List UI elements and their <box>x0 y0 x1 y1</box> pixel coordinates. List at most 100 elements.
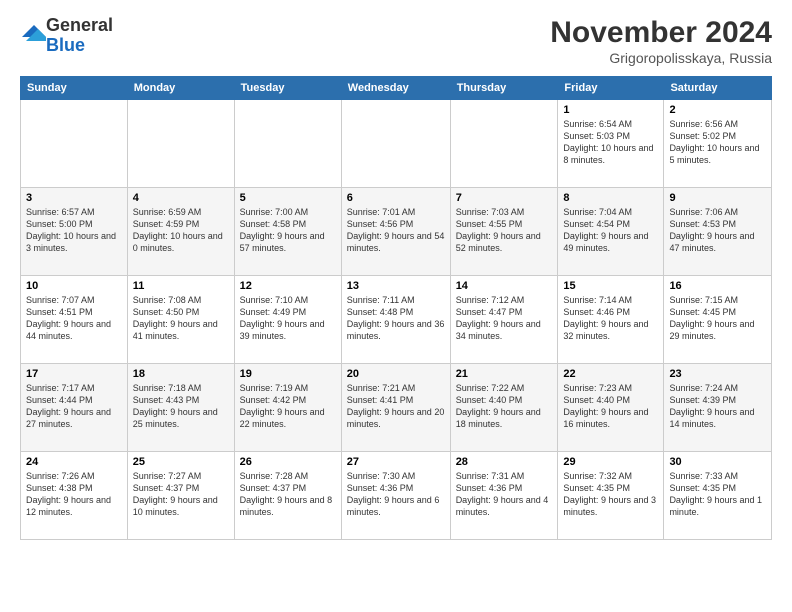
logo-icon <box>22 21 46 45</box>
col-header-monday: Monday <box>127 77 234 100</box>
day-info: Sunrise: 7:30 AM Sunset: 4:36 PM Dayligh… <box>347 470 445 519</box>
day-number: 14 <box>456 280 553 292</box>
day-info: Sunrise: 7:24 AM Sunset: 4:39 PM Dayligh… <box>669 382 766 431</box>
day-cell: 5Sunrise: 7:00 AM Sunset: 4:58 PM Daylig… <box>234 188 341 276</box>
day-number: 30 <box>669 456 766 468</box>
day-info: Sunrise: 7:01 AM Sunset: 4:56 PM Dayligh… <box>347 206 445 255</box>
header: General Blue November 2024 Grigoropoliss… <box>20 16 772 66</box>
col-header-saturday: Saturday <box>664 77 772 100</box>
day-info: Sunrise: 7:26 AM Sunset: 4:38 PM Dayligh… <box>26 470 122 519</box>
day-info: Sunrise: 6:59 AM Sunset: 4:59 PM Dayligh… <box>133 206 229 255</box>
day-number: 12 <box>240 280 336 292</box>
logo-text: General Blue <box>46 16 113 56</box>
day-cell: 11 Sunrise: 7:08 AM Sunset: 4:50 PM Dayli… <box>127 276 234 364</box>
day-cell: 8Sunrise: 7:04 AM Sunset: 4:54 PM Daylig… <box>558 188 664 276</box>
day-cell: 6 Sunrise: 7:01 AM Sunset: 4:56 PM Daylig… <box>341 188 450 276</box>
day-cell: 28 Sunrise: 7:31 AM Sunset: 4:36 PM Dayli… <box>450 452 558 540</box>
day-number: 20 <box>347 368 445 380</box>
calendar-header-row: SundayMondayTuesdayWednesdayThursdayFrid… <box>21 77 772 100</box>
day-cell: 18Sunrise: 7:18 AM Sunset: 4:43 PM Dayli… <box>127 364 234 452</box>
day-info: Sunrise: 7:12 AM Sunset: 4:47 PM Dayligh… <box>456 294 553 343</box>
day-info: Sunrise: 7:07 AM Sunset: 4:51 PM Dayligh… <box>26 294 122 343</box>
day-number: 27 <box>347 456 445 468</box>
day-number: 18 <box>133 368 229 380</box>
week-row-2: 10 Sunrise: 7:07 AM Sunset: 4:51 PM Dayli… <box>21 276 772 364</box>
day-number: 9 <box>669 192 766 204</box>
day-number: 1 <box>563 104 658 116</box>
week-row-1: 3 Sunrise: 6:57 AM Sunset: 5:00 PM Daylig… <box>21 188 772 276</box>
day-cell: 22 Sunrise: 7:23 AM Sunset: 4:40 PM Dayli… <box>558 364 664 452</box>
day-cell: 12Sunrise: 7:10 AM Sunset: 4:49 PM Dayli… <box>234 276 341 364</box>
col-header-thursday: Thursday <box>450 77 558 100</box>
day-cell: 21 Sunrise: 7:22 AM Sunset: 4:40 PM Dayli… <box>450 364 558 452</box>
day-number: 24 <box>26 456 122 468</box>
day-cell: 3 Sunrise: 6:57 AM Sunset: 5:00 PM Daylig… <box>21 188 128 276</box>
day-info: Sunrise: 7:22 AM Sunset: 4:40 PM Dayligh… <box>456 382 553 431</box>
day-info: Sunrise: 7:33 AM Sunset: 4:35 PM Dayligh… <box>669 470 766 519</box>
day-info: Sunrise: 7:08 AM Sunset: 4:50 PM Dayligh… <box>133 294 229 343</box>
day-cell: 20 Sunrise: 7:21 AM Sunset: 4:41 PM Dayli… <box>341 364 450 452</box>
col-header-tuesday: Tuesday <box>234 77 341 100</box>
day-number: 28 <box>456 456 553 468</box>
day-cell: 29Sunrise: 7:32 AM Sunset: 4:35 PM Dayli… <box>558 452 664 540</box>
day-cell: 1 Sunrise: 6:54 AM Sunset: 5:03 PM Daylig… <box>558 100 664 188</box>
day-number: 17 <box>26 368 122 380</box>
col-header-wednesday: Wednesday <box>341 77 450 100</box>
day-cell <box>341 100 450 188</box>
day-cell: 23 Sunrise: 7:24 AM Sunset: 4:39 PM Dayli… <box>664 364 772 452</box>
day-cell: 15 Sunrise: 7:14 AM Sunset: 4:46 PM Dayli… <box>558 276 664 364</box>
month-title: November 2024 <box>550 16 772 50</box>
day-info: Sunrise: 6:57 AM Sunset: 5:00 PM Dayligh… <box>26 206 122 255</box>
day-info: Sunrise: 7:28 AM Sunset: 4:37 PM Dayligh… <box>240 470 336 519</box>
day-cell: 10 Sunrise: 7:07 AM Sunset: 4:51 PM Dayli… <box>21 276 128 364</box>
day-number: 23 <box>669 368 766 380</box>
page: General Blue November 2024 Grigoropoliss… <box>0 0 792 612</box>
day-info: Sunrise: 7:31 AM Sunset: 4:36 PM Dayligh… <box>456 470 553 519</box>
day-number: 21 <box>456 368 553 380</box>
day-info: Sunrise: 7:17 AM Sunset: 4:44 PM Dayligh… <box>26 382 122 431</box>
day-info: Sunrise: 7:21 AM Sunset: 4:41 PM Dayligh… <box>347 382 445 431</box>
logo-general: General <box>46 15 113 35</box>
day-number: 11 <box>133 280 229 292</box>
day-number: 13 <box>347 280 445 292</box>
week-row-3: 17 Sunrise: 7:17 AM Sunset: 4:44 PM Dayli… <box>21 364 772 452</box>
day-cell: 24 Sunrise: 7:26 AM Sunset: 4:38 PM Dayli… <box>21 452 128 540</box>
day-number: 4 <box>133 192 229 204</box>
day-number: 15 <box>563 280 658 292</box>
logo-blue: Blue <box>46 35 85 55</box>
day-cell: 2Sunrise: 6:56 AM Sunset: 5:02 PM Daylig… <box>664 100 772 188</box>
day-cell <box>234 100 341 188</box>
day-info: Sunrise: 7:23 AM Sunset: 4:40 PM Dayligh… <box>563 382 658 431</box>
day-number: 7 <box>456 192 553 204</box>
day-info: Sunrise: 6:54 AM Sunset: 5:03 PM Dayligh… <box>563 118 658 167</box>
day-info: Sunrise: 7:32 AM Sunset: 4:35 PM Dayligh… <box>563 470 658 519</box>
day-cell: 13 Sunrise: 7:11 AM Sunset: 4:48 PM Dayli… <box>341 276 450 364</box>
day-cell: 9 Sunrise: 7:06 AM Sunset: 4:53 PM Daylig… <box>664 188 772 276</box>
day-cell: 26Sunrise: 7:28 AM Sunset: 4:37 PM Dayli… <box>234 452 341 540</box>
day-info: Sunrise: 7:15 AM Sunset: 4:45 PM Dayligh… <box>669 294 766 343</box>
day-number: 3 <box>26 192 122 204</box>
day-number: 6 <box>347 192 445 204</box>
day-number: 25 <box>133 456 229 468</box>
day-info: Sunrise: 7:11 AM Sunset: 4:48 PM Dayligh… <box>347 294 445 343</box>
day-info: Sunrise: 7:19 AM Sunset: 4:42 PM Dayligh… <box>240 382 336 431</box>
week-row-4: 24 Sunrise: 7:26 AM Sunset: 4:38 PM Dayli… <box>21 452 772 540</box>
day-number: 16 <box>669 280 766 292</box>
day-info: Sunrise: 7:06 AM Sunset: 4:53 PM Dayligh… <box>669 206 766 255</box>
day-cell: 7Sunrise: 7:03 AM Sunset: 4:55 PM Daylig… <box>450 188 558 276</box>
day-info: Sunrise: 7:14 AM Sunset: 4:46 PM Dayligh… <box>563 294 658 343</box>
day-cell: 16 Sunrise: 7:15 AM Sunset: 4:45 PM Dayli… <box>664 276 772 364</box>
day-cell <box>127 100 234 188</box>
day-cell: 14 Sunrise: 7:12 AM Sunset: 4:47 PM Dayli… <box>450 276 558 364</box>
day-number: 2 <box>669 104 766 116</box>
day-cell: 17 Sunrise: 7:17 AM Sunset: 4:44 PM Dayli… <box>21 364 128 452</box>
day-info: Sunrise: 7:27 AM Sunset: 4:37 PM Dayligh… <box>133 470 229 519</box>
day-cell <box>21 100 128 188</box>
col-header-friday: Friday <box>558 77 664 100</box>
day-info: Sunrise: 7:04 AM Sunset: 4:54 PM Dayligh… <box>563 206 658 255</box>
day-number: 10 <box>26 280 122 292</box>
day-number: 19 <box>240 368 336 380</box>
week-row-0: 1 Sunrise: 6:54 AM Sunset: 5:03 PM Daylig… <box>21 100 772 188</box>
day-number: 22 <box>563 368 658 380</box>
logo: General Blue <box>20 16 113 56</box>
